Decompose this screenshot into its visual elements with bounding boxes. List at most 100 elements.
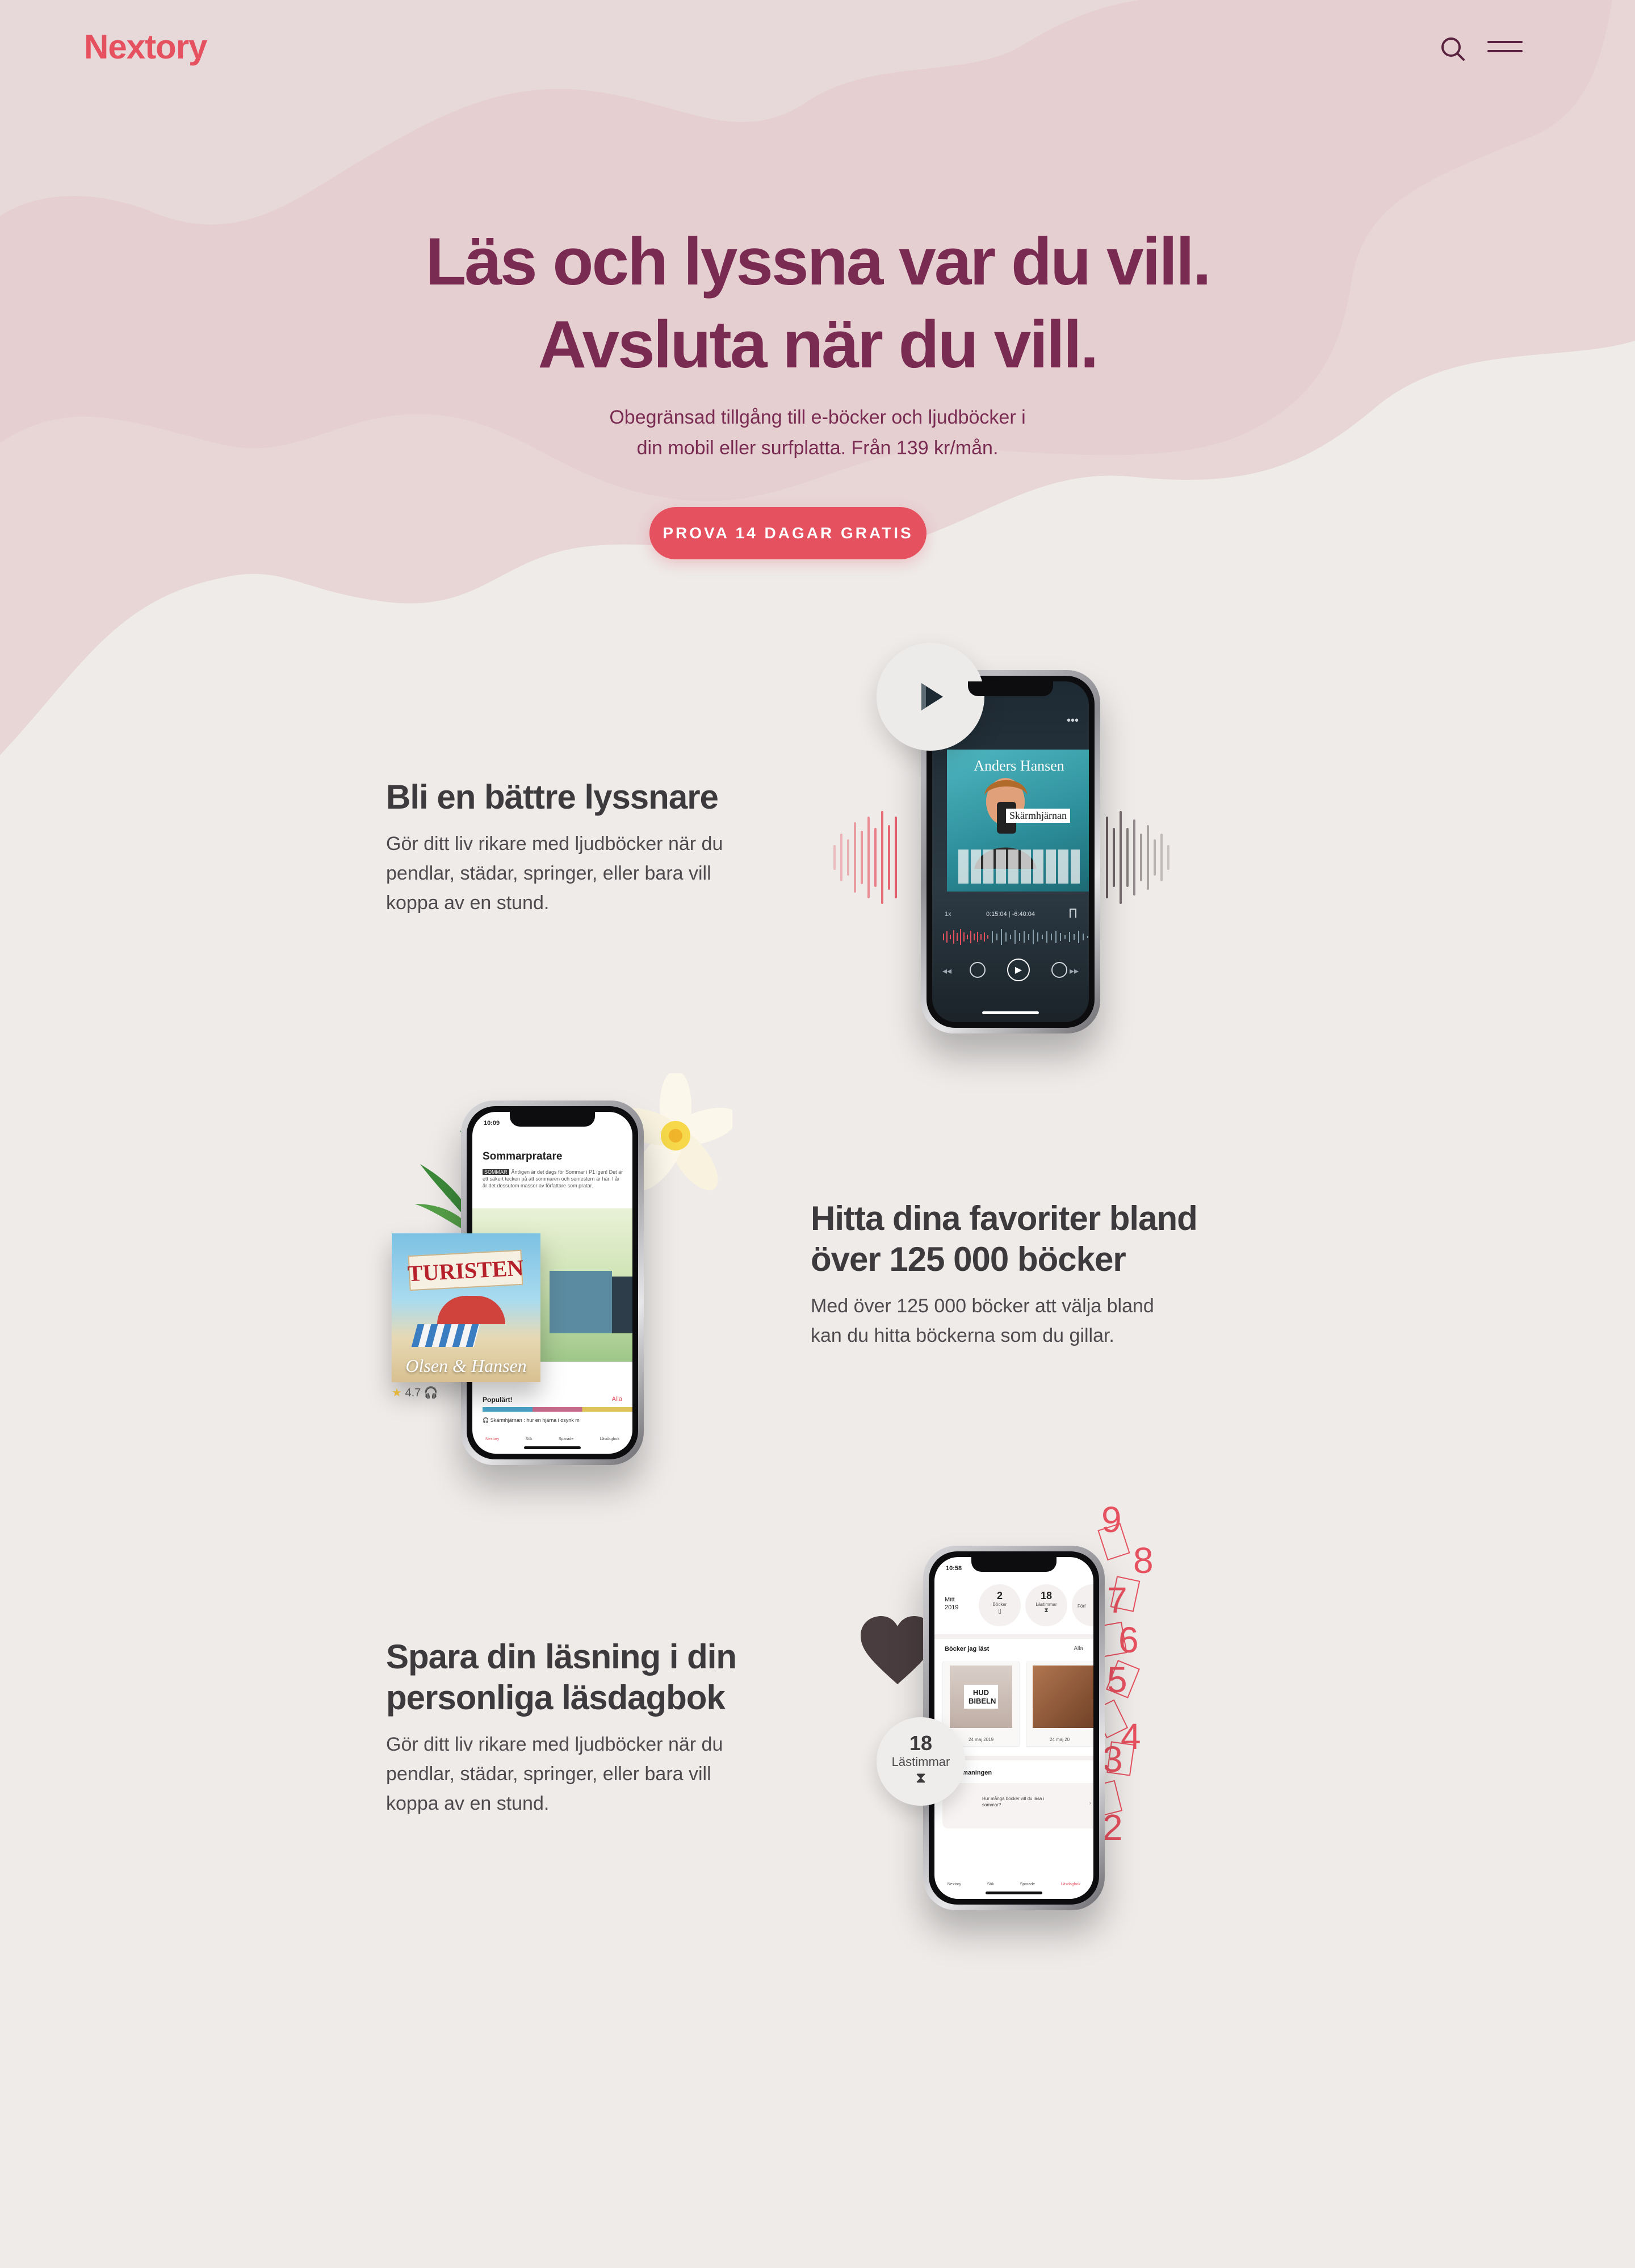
status-time: 10:58 [946, 1565, 962, 1572]
feature-discover-title: Hitta dina favoriter bland över 125 000 … [811, 1198, 1198, 1280]
home-indicator [986, 1892, 1042, 1894]
play-bubble-button[interactable] [877, 643, 984, 751]
reading-hours-badge: 18 Lästimmar ⧗ [877, 1717, 965, 1806]
feature-discover-title-line: Hitta dina favoriter bland [811, 1199, 1198, 1237]
nav-item-nextory[interactable]: Nextory [948, 1882, 961, 1886]
book-cover: HUD BIBELN [950, 1666, 1012, 1728]
badge-label: Lästimmar [891, 1755, 950, 1769]
challenge-card[interactable]: Hur många böcker vill du läsa i sommar? … [942, 1783, 1093, 1828]
hero-title: Läs och lyssna var du vill. Avsluta när … [0, 220, 1635, 386]
next-chapter-icon[interactable]: ▸▸ [1070, 965, 1079, 977]
hero-title-line-1: Läs och lyssna var du vill. [425, 224, 1211, 299]
now-playing-title: Skärmhjärnan : hur en hjärna i osynk m [490, 1417, 580, 1423]
stat-hours-label: Lästimmar [1036, 1602, 1057, 1607]
rating-value: 4.7 [405, 1387, 421, 1399]
feature-diary-body-line: koppa av en stund. [386, 1793, 550, 1814]
see-all-link[interactable]: Alla [612, 1396, 622, 1403]
feature-diary-body: Gör ditt liv rikare med ljudböcker när d… [386, 1730, 723, 1818]
stat-hours: 18 Lästimmar ⧗ [1025, 1584, 1067, 1626]
feature-diary-title-line: Spara din läsning i din [386, 1638, 737, 1676]
cover-umbrella [437, 1296, 505, 1324]
feature-diary-body-line: pendlar, städar, springer, eller bara vi… [386, 1763, 711, 1785]
hamburger-menu-icon[interactable] [1487, 39, 1523, 56]
feature-listen-body: Gör ditt liv rikare med ljudböcker när d… [386, 829, 723, 918]
rewind-15-icon[interactable] [970, 962, 986, 978]
cover-authors: Olsen & Hansen [405, 1355, 527, 1376]
book-title: Skärmhjärnan [1006, 809, 1070, 823]
feature-listen-title: Bli en bättre lyssnare [386, 777, 719, 818]
previous-chapter-icon[interactable]: ◂◂ [942, 965, 951, 977]
play-icon [921, 683, 943, 710]
section-title: Sommarpratare [483, 1150, 563, 1162]
free-trial-button[interactable]: PROVA 14 DAGAR GRATIS [649, 507, 927, 559]
chevron-right-icon: › [1089, 1800, 1091, 1806]
sommar-tag: SOMMAR [483, 1169, 509, 1175]
phone-notch [971, 1557, 1057, 1572]
play-icon[interactable]: ▶ [1007, 959, 1030, 981]
headphones-icon: 🎧 [483, 1417, 489, 1423]
year-label-text: Mitt [945, 1596, 955, 1603]
nav-item-saved[interactable]: Sparade [1020, 1882, 1035, 1886]
nav-item-search[interactable]: Sök [987, 1882, 994, 1886]
nextory-logo[interactable]: Nextory [84, 27, 207, 66]
background-waves [0, 0, 1635, 795]
diary-screen: 10:58 Mitt 2019 2 Böcker ▯ 18 Lästimmar … [934, 1557, 1093, 1899]
bottom-nav: Nextory Sök Sparade Läsdagbok [934, 1882, 1093, 1886]
forward-15-icon[interactable] [1051, 962, 1067, 978]
year-label: Mitt 2019 [945, 1596, 958, 1612]
status-time: 10:09 [484, 1120, 500, 1127]
divider [934, 1634, 1093, 1639]
feature-discover-title-line: över 125 000 böcker [811, 1240, 1126, 1278]
badge-value: 18 [909, 1731, 933, 1755]
feature-discover-body-line: Med över 125 000 böcker att välja bland [811, 1295, 1154, 1317]
home-indicator [982, 1011, 1039, 1014]
feature-diary-body-line: Gör ditt liv rikare med ljudböcker när d… [386, 1734, 723, 1755]
nav-item-search[interactable]: Sök [526, 1437, 533, 1441]
hero-subtitle-line-1: Obegränsad tillgång till e-böcker och lj… [609, 407, 1026, 428]
star-icon: ★ [392, 1387, 402, 1399]
playback-time: 0:15:04 | -6:40:04 [986, 911, 1036, 918]
book-cover [1033, 1666, 1093, 1728]
feature-discover-body: Med över 125 000 böcker att välja bland … [811, 1291, 1154, 1350]
turisten-book-cover[interactable]: TURISTEN Olsen & Hansen [392, 1233, 540, 1382]
hourglass-icon: ⧗ [1044, 1607, 1049, 1614]
see-all-link[interactable]: Alla [1074, 1646, 1083, 1652]
popular-strip [483, 1407, 632, 1412]
feature-discover-body-line: kan du hitta böckerna som du gillar. [811, 1325, 1114, 1346]
year-value: 2019 [945, 1604, 959, 1611]
stat-authors: Förf [1072, 1584, 1093, 1626]
stat-books: 2 Böcker ▯ [979, 1584, 1021, 1626]
more-icon[interactable]: ••• [1067, 714, 1079, 727]
stat-books-value: 2 [996, 1590, 1003, 1601]
stat-authors-label: Förf [1078, 1604, 1086, 1609]
phone-notch [510, 1112, 595, 1127]
read-book-card[interactable]: 24 maj 20 [1026, 1662, 1093, 1747]
feature-listen-title-line: Bli en bättre lyssnare [386, 778, 719, 816]
carousel-cover [550, 1271, 612, 1333]
now-playing-bar[interactable]: 🎧 Skärmhjärnan : hur en hjärna i osynk m [483, 1417, 630, 1424]
search-icon[interactable] [1439, 34, 1468, 64]
hourglass-icon: ⧗ [915, 1769, 927, 1786]
challenge-text: Hur många böcker vill du läsa i sommar? [982, 1796, 1045, 1807]
nav-item-saved[interactable]: Sparade [559, 1437, 573, 1441]
hero-subtitle: Obegränsad tillgång till e-böcker och lj… [534, 402, 1101, 463]
book-rating: ★ 4.7 🎧 [392, 1386, 438, 1400]
landing-page: Nextory Läs och lyssna var du vill. Avsl… [0, 0, 1635, 2268]
stat-hours-value: 18 [1040, 1590, 1053, 1601]
number-7: 7 [1107, 1580, 1127, 1621]
feature-listen-body-line: Gör ditt liv rikare med ljudböcker när d… [386, 833, 723, 855]
number-6: 6 [1118, 1620, 1139, 1660]
carousel-cover [612, 1277, 632, 1333]
book-cover-title: HUD BIBELN [964, 1685, 998, 1709]
number-8: 8 [1133, 1540, 1154, 1581]
feature-diary-title-line: personliga läsdagbok [386, 1679, 726, 1717]
nav-item-diary[interactable]: Läsdagbok [600, 1437, 619, 1441]
cover-title: TURISTEN [407, 1249, 524, 1291]
number-5: 5 [1107, 1659, 1127, 1700]
nav-item-nextory[interactable]: Nextory [485, 1437, 499, 1441]
bookmark-icon[interactable] [1070, 909, 1076, 918]
waveform[interactable] [941, 926, 1089, 948]
number-9: 9 [1101, 1499, 1122, 1540]
number-2: 2 [1102, 1807, 1123, 1848]
nav-item-diary[interactable]: Läsdagbok [1061, 1882, 1080, 1886]
